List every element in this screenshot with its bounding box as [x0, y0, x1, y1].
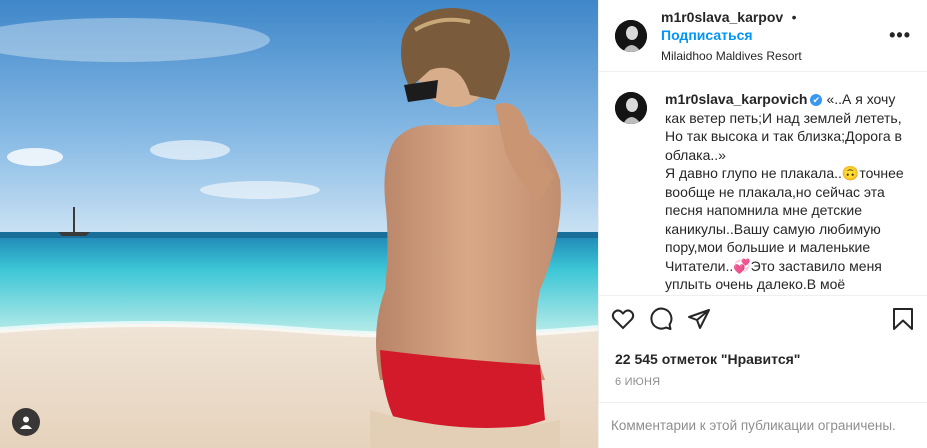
verified-badge-icon: ✔ — [810, 94, 823, 106]
caption-username[interactable]: m1r0slava_karpovich — [665, 91, 807, 107]
comments-restricted-notice: Комментарии к этой публикации ограничены… — [599, 402, 927, 448]
more-options-button[interactable]: ••• — [889, 25, 911, 46]
save-button[interactable] — [891, 307, 915, 336]
beach-photo-image — [0, 0, 598, 448]
post-photo[interactable] — [0, 0, 598, 448]
share-icon — [688, 309, 710, 329]
avatar-image — [615, 19, 647, 52]
caption-text: «..А я хочу как ветер петь;И над землей … — [665, 91, 904, 292]
comment-icon — [650, 307, 673, 330]
user-icon — [20, 416, 32, 429]
author-username[interactable]: m1r0slava_karpov — [661, 9, 783, 25]
author-avatar[interactable] — [615, 19, 647, 52]
header-info: m1r0slava_karpov • Подписаться Milaidhoo… — [661, 9, 889, 63]
caption-avatar[interactable] — [615, 92, 647, 124]
like-button[interactable] — [611, 307, 635, 336]
caption-block: m1r0slava_karpovich ✔ «..А я хочу как вете… — [599, 72, 927, 294]
avatar-image — [615, 92, 647, 124]
post-side-panel: m1r0slava_karpov • Подписаться Milaidhoo… — [598, 0, 927, 448]
post-location[interactable]: Milaidhoo Maldives Resort — [661, 49, 889, 63]
separator-dot: • — [791, 8, 797, 25]
post-date[interactable]: 6 ИЮНЯ — [615, 376, 660, 388]
user-tag-button[interactable] — [12, 408, 40, 436]
action-bar — [599, 295, 927, 347]
caption-text-wrapper: m1r0slava_karpovich ✔ «..А я хочу как вете… — [665, 90, 913, 294]
comment-button[interactable] — [649, 307, 673, 336]
likes-count[interactable]: 22 545 отметок "Нравится" — [615, 351, 800, 367]
bookmark-icon — [893, 308, 913, 330]
follow-button[interactable]: Подписаться — [661, 27, 753, 43]
post-header: m1r0slava_karpov • Подписаться Milaidhoo… — [599, 0, 927, 72]
share-button[interactable] — [687, 307, 711, 336]
heart-icon — [611, 309, 635, 330]
post-viewer: m1r0slava_karpov • Подписаться Milaidhoo… — [0, 0, 927, 448]
